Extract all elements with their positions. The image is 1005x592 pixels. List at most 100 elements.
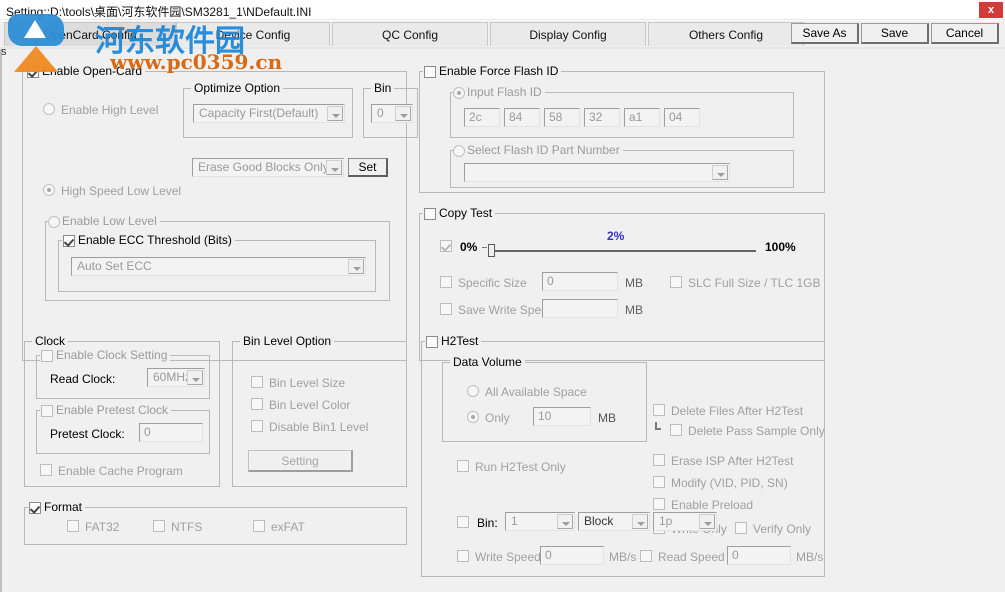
checkbox-run-h2test-only[interactable] xyxy=(457,460,469,472)
flash-id-byte-1[interactable]: 84 xyxy=(504,108,540,127)
flash-id-byte-5[interactable]: 04 xyxy=(664,108,700,127)
checkbox-enable-pretest-clock[interactable] xyxy=(41,405,53,417)
chevron-down-icon[interactable] xyxy=(632,514,648,529)
checkbox-slc-full-size[interactable] xyxy=(670,276,682,288)
label-verify-only: Verify Only xyxy=(753,523,811,536)
checkbox-enable-ecc-threshold[interactable] xyxy=(63,235,75,247)
label-enable-high-level: Enable High Level xyxy=(61,104,158,117)
cancel-button[interactable]: Cancel xyxy=(931,23,999,44)
combo-flash-id-part-number[interactable] xyxy=(464,163,730,182)
slider-thumb[interactable] xyxy=(488,244,495,257)
combo-h2test-bin[interactable]: 1 xyxy=(505,512,575,531)
group-bin-level-option: Bin Level Option Bin Level Size Bin Leve… xyxy=(232,341,407,487)
radio-all-available-space[interactable] xyxy=(467,385,479,397)
flash-id-byte-2[interactable]: 58 xyxy=(544,108,580,127)
checkbox-copy-test-range[interactable] xyxy=(440,240,452,252)
radio-input-flash-id[interactable] xyxy=(453,87,465,99)
checkbox-exfat[interactable] xyxy=(253,520,265,532)
group-select-flash-id-part-number: Select Flash ID Part Number xyxy=(450,150,794,188)
setting-button[interactable]: Setting xyxy=(248,450,353,472)
label-bin-level-color: Bin Level Color xyxy=(269,399,350,412)
checkbox-delete-files-after-h2test[interactable] xyxy=(653,404,665,416)
checkbox-enable-clock-setting[interactable] xyxy=(41,350,53,362)
group-caption-input-flash-id: Input Flash ID xyxy=(454,85,545,99)
input-read-speed[interactable]: 0 xyxy=(727,546,791,565)
chevron-down-icon[interactable] xyxy=(326,160,342,175)
chevron-down-icon[interactable] xyxy=(699,514,715,529)
checkbox-specific-size[interactable] xyxy=(440,276,452,288)
chevron-down-icon[interactable] xyxy=(327,106,343,121)
combo-h2test-block[interactable]: Block xyxy=(578,512,650,531)
combo-h2test-p[interactable]: 1p xyxy=(653,512,717,531)
tab-display-config[interactable]: Display Config xyxy=(490,22,646,46)
checkbox-erase-isp-after-h2test[interactable] xyxy=(653,454,665,466)
group-h2test: H2Test Data Volume All Available Space O… xyxy=(421,341,825,577)
checkbox-modify-vid-pid-sn[interactable] xyxy=(653,476,665,488)
tab-others-config[interactable]: Others Config xyxy=(648,22,804,46)
checkbox-verify-only[interactable] xyxy=(735,522,747,534)
flash-id-byte-4[interactable]: a1 xyxy=(624,108,660,127)
chevron-down-icon[interactable] xyxy=(348,259,364,274)
checkbox-enable-open-card[interactable] xyxy=(27,66,39,78)
chevron-down-icon[interactable] xyxy=(395,106,411,121)
group-enable-low-level: Enable Low Level Enable ECC Threshold (B… xyxy=(45,221,390,301)
checkbox-h2test-bin[interactable] xyxy=(457,516,469,528)
label-specific-size: Specific Size xyxy=(458,277,527,290)
label-read-speed: Read Speed xyxy=(658,551,725,564)
input-specific-size[interactable]: 0 xyxy=(542,272,618,291)
radio-enable-high-level[interactable] xyxy=(43,103,55,115)
group-caption-bin: Bin xyxy=(371,81,394,95)
combo-ecc-value[interactable]: Auto Set ECC xyxy=(71,257,366,276)
flash-id-byte-3[interactable]: 32 xyxy=(584,108,620,127)
group-caption-optimize-option: Optimize Option xyxy=(191,81,283,95)
combo-read-clock[interactable]: 60MHz xyxy=(147,368,205,387)
flash-id-byte-0[interactable]: 2c xyxy=(464,108,500,127)
checkbox-format[interactable] xyxy=(29,502,41,514)
checkbox-bin-level-size[interactable] xyxy=(251,376,263,388)
checkbox-save-write-speed[interactable] xyxy=(440,303,452,315)
group-enable-clock-setting: Enable Clock Setting Read Clock: 60MHz xyxy=(36,355,210,399)
radio-high-speed-low-level[interactable] xyxy=(43,184,55,196)
tab-opencard-config[interactable]: OpenCard Config xyxy=(4,22,176,46)
chevron-down-icon[interactable] xyxy=(557,514,573,529)
tree-connector-icon xyxy=(655,422,661,430)
input-write-speed[interactable]: 0 xyxy=(540,546,604,565)
tab-device-config[interactable]: Device Config xyxy=(176,22,330,46)
checkbox-bin-level-color[interactable] xyxy=(251,398,263,410)
combo-optimize-option[interactable]: Capacity First(Default) xyxy=(193,104,345,123)
input-data-volume-size[interactable]: 10 xyxy=(533,407,591,426)
checkbox-copy-test[interactable] xyxy=(424,208,436,220)
input-pretest-clock[interactable]: 0 xyxy=(139,423,203,442)
label-run-h2test-only: Run H2Test Only xyxy=(475,461,566,474)
combo-bin[interactable]: 0 xyxy=(371,104,413,123)
checkbox-h2test[interactable] xyxy=(426,336,438,348)
combo-erase-mode[interactable]: Erase Good Blocks Only xyxy=(192,158,344,177)
radio-select-flash-id-part-number[interactable] xyxy=(453,145,465,157)
checkbox-enable-force-flash-id[interactable] xyxy=(424,66,436,78)
save-as-button[interactable]: Save As xyxy=(791,23,859,44)
set-button[interactable]: Set xyxy=(348,158,388,177)
chevron-down-icon[interactable] xyxy=(187,370,203,385)
group-enable-force-flash-id: Enable Force Flash ID Input Flash ID 2c … xyxy=(419,71,825,193)
label-pretest-clock: Pretest Clock: xyxy=(50,428,125,441)
radio-enable-low-level[interactable] xyxy=(48,216,60,228)
slider-track[interactable] xyxy=(492,250,756,252)
label-fat32: FAT32 xyxy=(85,521,119,534)
tab-qc-config[interactable]: QC Config xyxy=(332,22,488,46)
label-write-speed: Write Speed xyxy=(475,551,541,564)
checkbox-disable-bin1-level[interactable] xyxy=(251,420,263,432)
checkbox-enable-preload[interactable] xyxy=(653,498,665,510)
checkbox-enable-cache-program[interactable] xyxy=(40,464,52,476)
checkbox-ntfs[interactable] xyxy=(153,520,165,532)
group-caption-clock: Clock xyxy=(32,334,68,348)
checkbox-delete-pass-sample-only[interactable] xyxy=(670,424,682,436)
chevron-down-icon[interactable] xyxy=(712,165,728,180)
close-icon[interactable]: x xyxy=(979,2,1003,18)
radio-only[interactable] xyxy=(467,411,479,423)
save-button[interactable]: Save xyxy=(861,23,929,44)
checkbox-read-speed[interactable] xyxy=(640,550,652,562)
checkbox-write-speed[interactable] xyxy=(457,550,469,562)
input-save-write-speed[interactable] xyxy=(542,299,618,318)
group-caption-enable-pretest-clock: Enable Pretest Clock xyxy=(40,403,171,417)
checkbox-fat32[interactable] xyxy=(67,520,79,532)
